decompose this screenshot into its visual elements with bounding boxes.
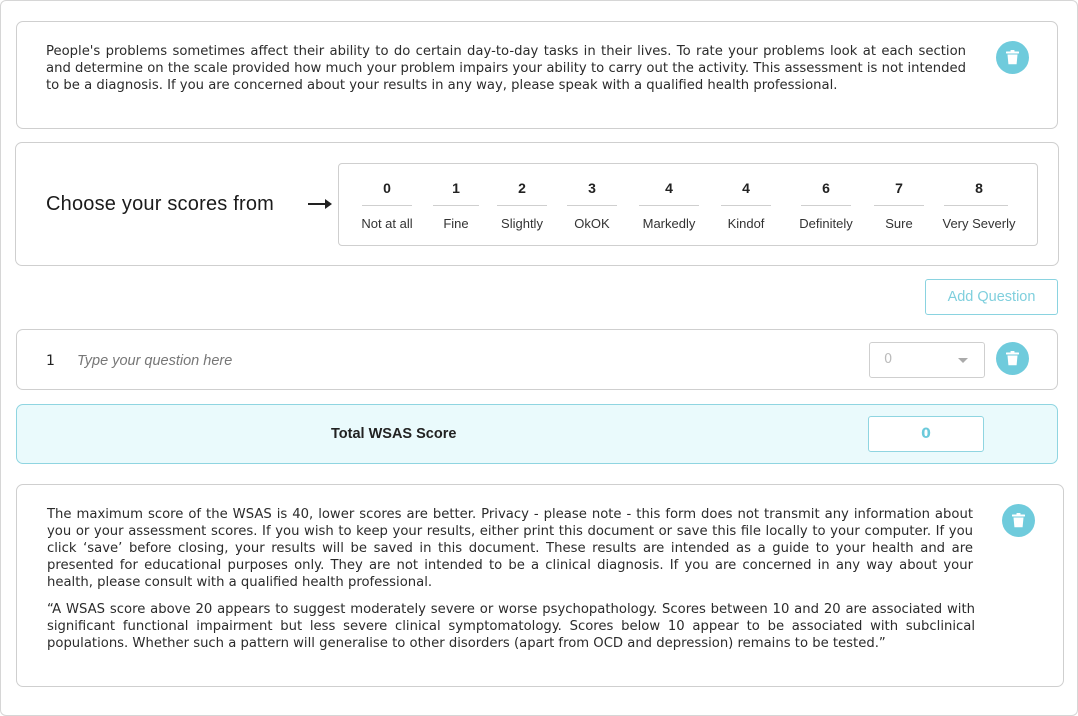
intro-text: People's problems sometimes affect their…	[46, 44, 966, 93]
scale-divider	[639, 205, 699, 206]
scale-item: 8 Very Severly	[939, 164, 1019, 245]
scale-label: Not at all	[361, 216, 413, 231]
scale-score: 6	[822, 180, 830, 196]
scale-label: Definitely	[799, 216, 853, 231]
scale-label: OkOK	[574, 216, 610, 231]
scale-score: 2	[518, 180, 526, 196]
question-row: 1 0	[16, 329, 1058, 390]
scale-score: 3	[588, 180, 596, 196]
scale-label: Very Severly	[942, 216, 1016, 231]
delete-intro-button[interactable]	[996, 41, 1029, 74]
scale-score: 0	[383, 180, 391, 196]
scale-item: 4 Markedly	[633, 164, 705, 245]
total-score-label: Total WSAS Score	[331, 426, 457, 442]
scale-item: 0 Not at all	[349, 164, 425, 245]
scale-score: 4	[665, 180, 673, 196]
info-paragraph-privacy: The maximum score of the WSAS is 40, low…	[47, 507, 973, 590]
scale-label: Sure	[885, 216, 913, 231]
scale-score: 1	[452, 180, 460, 196]
scale-item: 3 OkOK	[567, 164, 617, 245]
scale-score: 4	[742, 180, 750, 196]
scale-divider	[567, 205, 617, 206]
scale-score: 7	[895, 180, 903, 196]
trash-icon	[1006, 351, 1019, 366]
scale-label: Fine	[443, 216, 469, 231]
trash-icon	[1006, 50, 1019, 65]
scale-item: 7 Sure	[873, 164, 925, 245]
score-select-value: 0	[884, 352, 893, 367]
intro-card: People's problems sometimes affect their…	[16, 21, 1058, 129]
scale-divider	[362, 205, 412, 206]
scale-label: Slightly	[501, 216, 543, 231]
scale-divider	[944, 205, 1008, 206]
form-frame: People's problems sometimes affect their…	[0, 0, 1078, 716]
delete-info-button[interactable]	[1002, 504, 1035, 537]
total-score-row: Total WSAS Score 0	[16, 404, 1058, 464]
scale-divider	[874, 205, 924, 206]
scale-label: Markedly	[642, 216, 696, 231]
info-paragraph-quote: “A WSAS score above 20 appears to sugges…	[47, 602, 975, 651]
score-scale-card: Choose your scores from 0 Not at all 1 F…	[15, 142, 1059, 266]
trash-icon	[1012, 513, 1025, 528]
info-card: The maximum score of the WSAS is 40, low…	[16, 484, 1064, 687]
chevron-down-icon	[958, 358, 968, 363]
scale-divider	[721, 205, 771, 206]
add-question-button[interactable]: Add Question	[925, 279, 1058, 315]
scale-item: 6 Definitely	[791, 164, 861, 245]
scale-item: 2 Slightly	[491, 164, 553, 245]
score-select[interactable]: 0	[869, 342, 985, 378]
scale-divider	[801, 205, 851, 206]
total-score-value: 0	[868, 416, 984, 452]
choose-scores-label: Choose your scores from	[46, 193, 275, 215]
delete-question-button[interactable]	[996, 342, 1029, 375]
scale-item: 1 Fine	[431, 164, 481, 245]
score-scale: 0 Not at all 1 Fine 2 Slightly 3 OkOK 4	[338, 163, 1038, 246]
scale-label: Kindof	[727, 216, 765, 231]
scale-divider	[497, 205, 547, 206]
question-input[interactable]	[77, 349, 577, 373]
scale-item: 4 Kindof	[719, 164, 773, 245]
arrow-right-icon	[308, 199, 332, 209]
scale-score: 8	[975, 180, 983, 196]
scale-divider	[433, 205, 479, 206]
question-number: 1	[46, 353, 55, 369]
